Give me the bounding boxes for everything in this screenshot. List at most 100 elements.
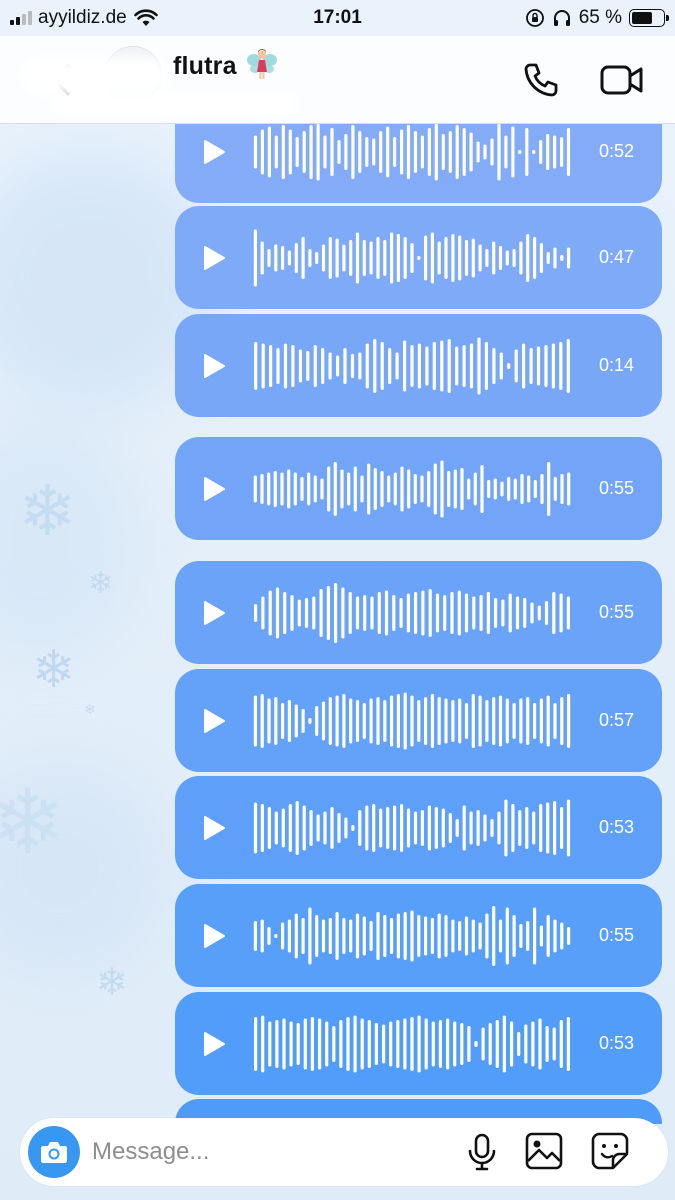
waveform-bar — [315, 251, 319, 264]
waveform-bar — [369, 241, 373, 274]
play-icon[interactable] — [202, 815, 226, 841]
waveform-bar — [519, 241, 523, 274]
waveform-bar — [253, 802, 258, 853]
waveform-bar — [448, 130, 452, 173]
waveform-bar — [308, 907, 312, 964]
gallery-icon[interactable] — [525, 1132, 563, 1170]
message-input[interactable] — [92, 1136, 392, 1168]
waveform-bar — [559, 593, 563, 632]
voice-message[interactable]: 0:52 — [175, 124, 662, 203]
waveform-bar — [560, 136, 564, 167]
waveform-bar — [567, 247, 571, 268]
redaction-overlay — [50, 91, 300, 115]
waveform-bar — [505, 698, 509, 743]
waveform-bar — [362, 239, 366, 276]
waveform-bar — [302, 805, 306, 850]
voice-message[interactable]: 0:57 — [175, 669, 662, 772]
audio-waveform[interactable] — [252, 796, 572, 860]
waveform-bar — [274, 244, 278, 271]
waveform-bar — [400, 803, 404, 852]
audio-waveform[interactable] — [252, 457, 572, 521]
waveform-bar — [327, 466, 331, 511]
play-icon[interactable] — [202, 1031, 226, 1057]
audio-waveform[interactable] — [252, 581, 572, 645]
audio-waveform[interactable] — [252, 904, 572, 968]
waveform-bar — [560, 922, 564, 949]
camera-button[interactable] — [28, 1126, 80, 1178]
waveform-bar — [363, 594, 367, 631]
waveform-bar — [430, 693, 434, 748]
waveform-bar — [274, 811, 278, 844]
waveform-bar — [510, 1021, 514, 1066]
microphone-icon[interactable] — [466, 1132, 498, 1172]
play-icon[interactable] — [202, 353, 226, 379]
waveform-bar — [428, 588, 432, 637]
waveform-bar — [526, 920, 530, 951]
phone-icon[interactable] — [521, 60, 561, 100]
waveform-bar — [372, 803, 376, 852]
voice-message[interactable]: 0:55 — [175, 437, 662, 540]
waveform-bar — [360, 1018, 364, 1069]
play-icon[interactable] — [202, 923, 226, 949]
waveform-bar — [441, 808, 445, 847]
waveform-bar — [323, 135, 327, 168]
waveform-bar — [567, 926, 571, 945]
waveform-bar — [316, 814, 320, 841]
waveform-bar — [447, 470, 451, 507]
voice-message[interactable]: 0:55 — [175, 561, 662, 664]
waveform-bar — [451, 699, 455, 742]
waveform-bar — [544, 344, 548, 387]
voice-message[interactable]: 0:53 — [175, 992, 662, 1095]
voice-message[interactable]: 0:47 — [175, 206, 662, 309]
waveform-bar — [393, 472, 397, 505]
waveform-bar — [253, 475, 257, 502]
waveform-bar — [424, 916, 428, 955]
play-icon[interactable] — [202, 708, 226, 734]
message-list[interactable]: 0:52 0:47 0:14 0:55 0:55 0:57 0:53 0:55 0:53 — [0, 124, 675, 1124]
play-icon[interactable] — [202, 600, 226, 626]
voice-message[interactable]: 0:55 — [175, 884, 662, 987]
audio-waveform[interactable] — [252, 334, 572, 398]
waveform-bar — [447, 338, 451, 393]
waveform-bar — [525, 127, 529, 176]
audio-waveform[interactable] — [252, 124, 572, 184]
waveform-bar — [553, 135, 557, 168]
message-composer — [20, 1118, 668, 1186]
waveform-bar — [453, 469, 457, 508]
battery-percentage: 65 % — [578, 7, 622, 28]
waveform-bar — [253, 229, 257, 286]
voice-duration: 0:14 — [598, 354, 634, 375]
contact-name[interactable]: flutra — [173, 52, 237, 81]
audio-waveform[interactable] — [252, 689, 572, 753]
waveform-bar — [443, 594, 447, 631]
waveform-bar — [427, 805, 431, 850]
waveform-bar — [464, 916, 469, 955]
waveform-bar — [485, 699, 489, 742]
waveform-bar — [460, 1022, 464, 1065]
waveform-bar — [406, 808, 411, 847]
voice-message[interactable]: 0:53 — [175, 776, 662, 879]
audio-waveform[interactable] — [252, 226, 572, 290]
waveform-bar — [473, 472, 477, 505]
waveform-bar — [420, 475, 424, 502]
waveform-bar — [283, 591, 287, 634]
waveform-bar — [455, 818, 459, 837]
waveform-bar — [347, 472, 351, 505]
play-icon[interactable] — [202, 245, 226, 271]
waveform-bar — [453, 1021, 457, 1066]
waveform-bar — [537, 605, 541, 620]
waveform-bar — [321, 701, 326, 740]
waveform-bar — [403, 236, 407, 279]
play-icon[interactable] — [202, 139, 226, 165]
waveform-bar — [431, 1021, 435, 1066]
waveform-bar — [362, 916, 366, 955]
audio-waveform[interactable] — [252, 1012, 572, 1076]
waveform-bar — [533, 236, 537, 279]
waveform-bar — [464, 593, 469, 632]
video-call-icon[interactable] — [600, 62, 644, 98]
sticker-icon[interactable] — [591, 1132, 629, 1170]
waveform-bar — [467, 1025, 471, 1062]
voice-message[interactable]: 0:14 — [175, 314, 662, 417]
waveform-bar — [508, 593, 512, 632]
play-icon[interactable] — [202, 476, 226, 502]
